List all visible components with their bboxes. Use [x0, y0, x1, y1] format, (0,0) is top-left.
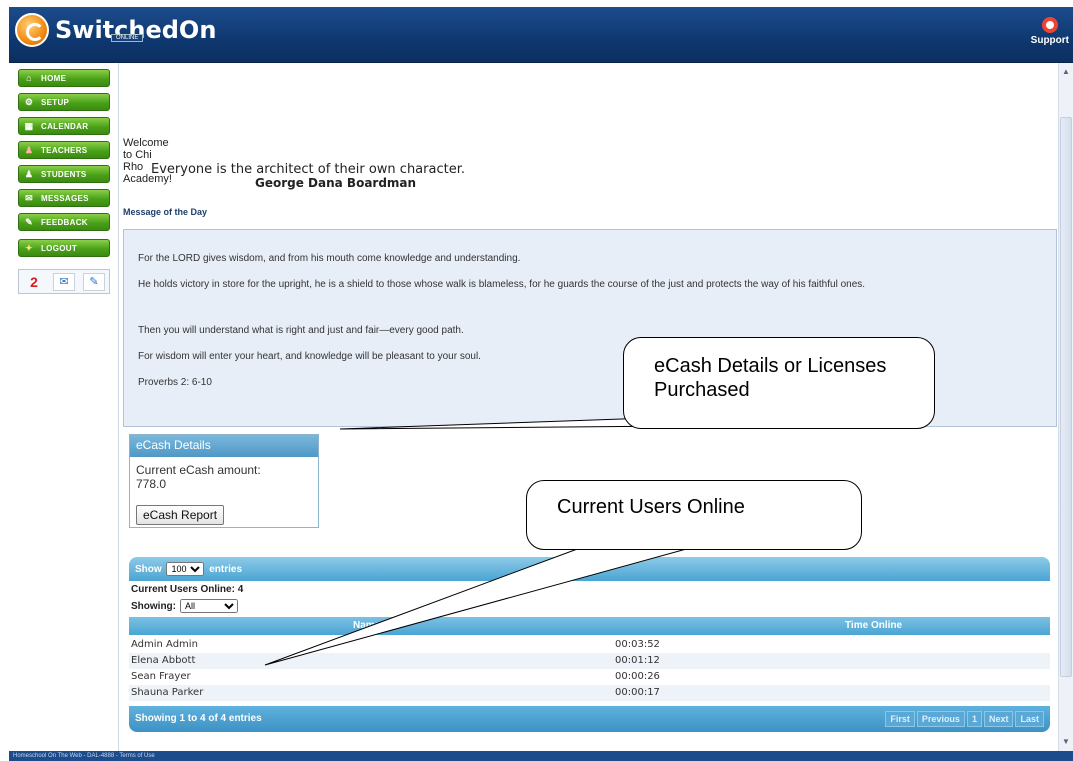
showing-label: Showing:	[131, 600, 176, 612]
notification-count[interactable]: 2	[23, 273, 45, 291]
ecash-amount-label: Current eCash amount: 778.0	[130, 457, 318, 491]
motd-line: Then you will understand what is right a…	[138, 325, 464, 336]
app-header: SwitchedOn ONLINE Support	[9, 7, 1073, 63]
user-name: Admin Admin	[131, 639, 198, 650]
sidebar-item-label: SETUP	[41, 97, 70, 107]
table-row: Elena Abbott 00:01:12	[129, 653, 1050, 669]
sidebar-item-label: FEEDBACK	[41, 217, 88, 227]
motd-line: He holds victory in store for the uprigh…	[138, 279, 866, 290]
quote-text: Everyone is the architect of their own c…	[151, 162, 465, 177]
gear-icon: ⚙	[24, 96, 34, 107]
sidebar-item-feedback[interactable]: ✎ FEEDBACK	[18, 213, 110, 231]
sidebar-item-students[interactable]: ♟ STUDENTS	[18, 165, 110, 183]
sidebar-item-label: STUDENTS	[41, 169, 87, 179]
welcome-text: Welcome to Chi Rho Academy!	[123, 137, 172, 185]
column-header-name[interactable]: Name	[353, 620, 380, 631]
entries-select[interactable]: 100	[166, 562, 205, 576]
scroll-thumb[interactable]	[1060, 117, 1072, 677]
table-toolbar: Show 100 entries	[129, 557, 1050, 581]
support-label: Support	[1030, 35, 1069, 46]
calendar-icon: ▦	[24, 120, 34, 131]
show-label: Show	[135, 564, 162, 575]
lifebuoy-icon	[1041, 17, 1058, 33]
time-online: 00:00:26	[615, 671, 660, 682]
sidebar-item-label: LOGOUT	[41, 243, 78, 253]
ecash-callout: eCash Details or Licenses Purchased	[623, 337, 935, 429]
table-row: Admin Admin 00:03:52	[129, 637, 1050, 653]
chat-icon: ✎	[25, 216, 33, 227]
sidebar-item-label: CALENDAR	[41, 121, 89, 131]
time-online: 00:00:17	[615, 687, 660, 698]
mail-icon[interactable]: ✉	[53, 272, 75, 291]
ecash-report-button[interactable]: eCash Report	[136, 505, 225, 525]
sidebar-item-messages[interactable]: ✉ MESSAGES	[18, 189, 110, 207]
power-logo-icon	[15, 13, 49, 47]
current-users-count: Current Users Online: 4	[131, 584, 244, 595]
table-row: Shauna Parker 00:00:17	[129, 685, 1050, 701]
sidebar-item-home[interactable]: ⌂ HOME	[18, 69, 110, 87]
table-row: Sean Frayer 00:00:26	[129, 669, 1050, 685]
entries-label: entries	[209, 564, 243, 575]
scroll-up-icon[interactable]: ▲	[1059, 65, 1073, 79]
quick-panel: 2 ✉ ✎	[18, 269, 110, 294]
edit-icon[interactable]: ✎	[83, 272, 105, 291]
key-icon: ✦	[25, 242, 33, 253]
users-callout: Current Users Online	[526, 480, 862, 550]
showing-select[interactable]: All	[180, 599, 238, 613]
pager: First Previous 1 Next Last	[885, 711, 1044, 727]
ecash-title: eCash Details	[130, 435, 318, 457]
support-button[interactable]: Support	[1031, 17, 1069, 46]
pager-last[interactable]: Last	[1015, 711, 1044, 727]
user-name: Elena Abbott	[131, 655, 196, 666]
table-header: Name Time Online	[129, 617, 1050, 635]
sidebar-item-teachers[interactable]: ♟ TEACHERS	[18, 141, 110, 159]
motd-line: For the LORD gives wisdom, and from his …	[138, 253, 521, 264]
sidebar-item-label: TEACHERS	[41, 145, 88, 155]
home-icon: ⌂	[26, 73, 32, 83]
user-name: Shauna Parker	[131, 687, 204, 698]
teacher-icon: ♟	[24, 144, 34, 155]
pager-previous[interactable]: Previous	[916, 711, 965, 727]
table-info: Showing 1 to 4 of 4 entries	[135, 713, 262, 724]
time-online: 00:03:52	[615, 639, 660, 650]
pager-next[interactable]: Next	[983, 711, 1014, 727]
motd-title: Message of the Day	[123, 207, 208, 217]
sidebar-item-logout[interactable]: ✦ LOGOUT	[18, 239, 110, 257]
logo-subtitle: ONLINE	[111, 34, 144, 42]
column-header-time-online[interactable]: Time Online	[845, 620, 902, 631]
sidebar: ⌂ HOME ⚙ SETUP ▦ CALENDAR ♟ TEACHERS ♟ STUDEN…	[9, 63, 119, 751]
scroll-down-icon[interactable]: ▼	[1059, 735, 1073, 749]
student-icon: ♟	[24, 168, 34, 179]
ecash-panel: eCash Details Current eCash amount: 778.…	[129, 434, 319, 528]
sidebar-item-label: HOME	[41, 73, 67, 83]
showing-filter: Showing: All	[131, 599, 238, 613]
envelope-icon: ✉	[25, 192, 33, 203]
sidebar-item-label: MESSAGES	[41, 193, 89, 203]
quote-author: George Dana Boardman	[255, 176, 417, 190]
pager-page-1[interactable]: 1	[966, 711, 982, 727]
time-online: 00:01:12	[615, 655, 660, 666]
page-footer: Homeschool On The Web - DAL-4888 - Terms…	[9, 751, 1073, 761]
table-footer: Showing 1 to 4 of 4 entries First Previo…	[129, 706, 1050, 732]
user-name: Sean Frayer	[131, 671, 191, 682]
sidebar-item-setup[interactable]: ⚙ SETUP	[18, 93, 110, 111]
ecash-amount: 778.0	[136, 477, 167, 491]
vertical-scrollbar[interactable]: ▲ ▼	[1058, 63, 1073, 751]
pager-first[interactable]: First	[885, 711, 915, 727]
ecash-label-text: Current eCash amount:	[136, 463, 261, 477]
sidebar-item-calendar[interactable]: ▦ CALENDAR	[18, 117, 110, 135]
